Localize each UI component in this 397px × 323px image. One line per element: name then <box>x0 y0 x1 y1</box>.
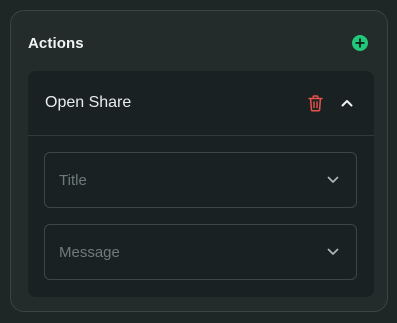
collapse-action-button[interactable] <box>338 94 356 112</box>
action-card-header[interactable]: Open Share <box>28 71 374 136</box>
add-action-button[interactable] <box>351 34 369 52</box>
panel-header: Actions <box>11 11 387 75</box>
trash-icon <box>307 94 323 112</box>
panel-title: Actions <box>28 34 84 52</box>
action-title: Open Share <box>45 94 132 111</box>
delete-action-button[interactable] <box>306 94 324 112</box>
chevron-down-icon <box>326 173 340 187</box>
chevron-down-icon <box>326 245 340 259</box>
message-select-placeholder: Message <box>59 243 120 261</box>
title-select[interactable]: Title <box>44 152 357 208</box>
actions-panel: Actions Open Share Title Message <box>10 10 388 312</box>
action-card: Open Share Title Message <box>28 71 374 297</box>
message-select[interactable]: Message <box>44 224 357 280</box>
chevron-up-icon <box>341 100 353 107</box>
action-tools <box>306 94 356 112</box>
title-select-placeholder: Title <box>59 171 87 189</box>
plus-circle-icon <box>352 35 368 51</box>
